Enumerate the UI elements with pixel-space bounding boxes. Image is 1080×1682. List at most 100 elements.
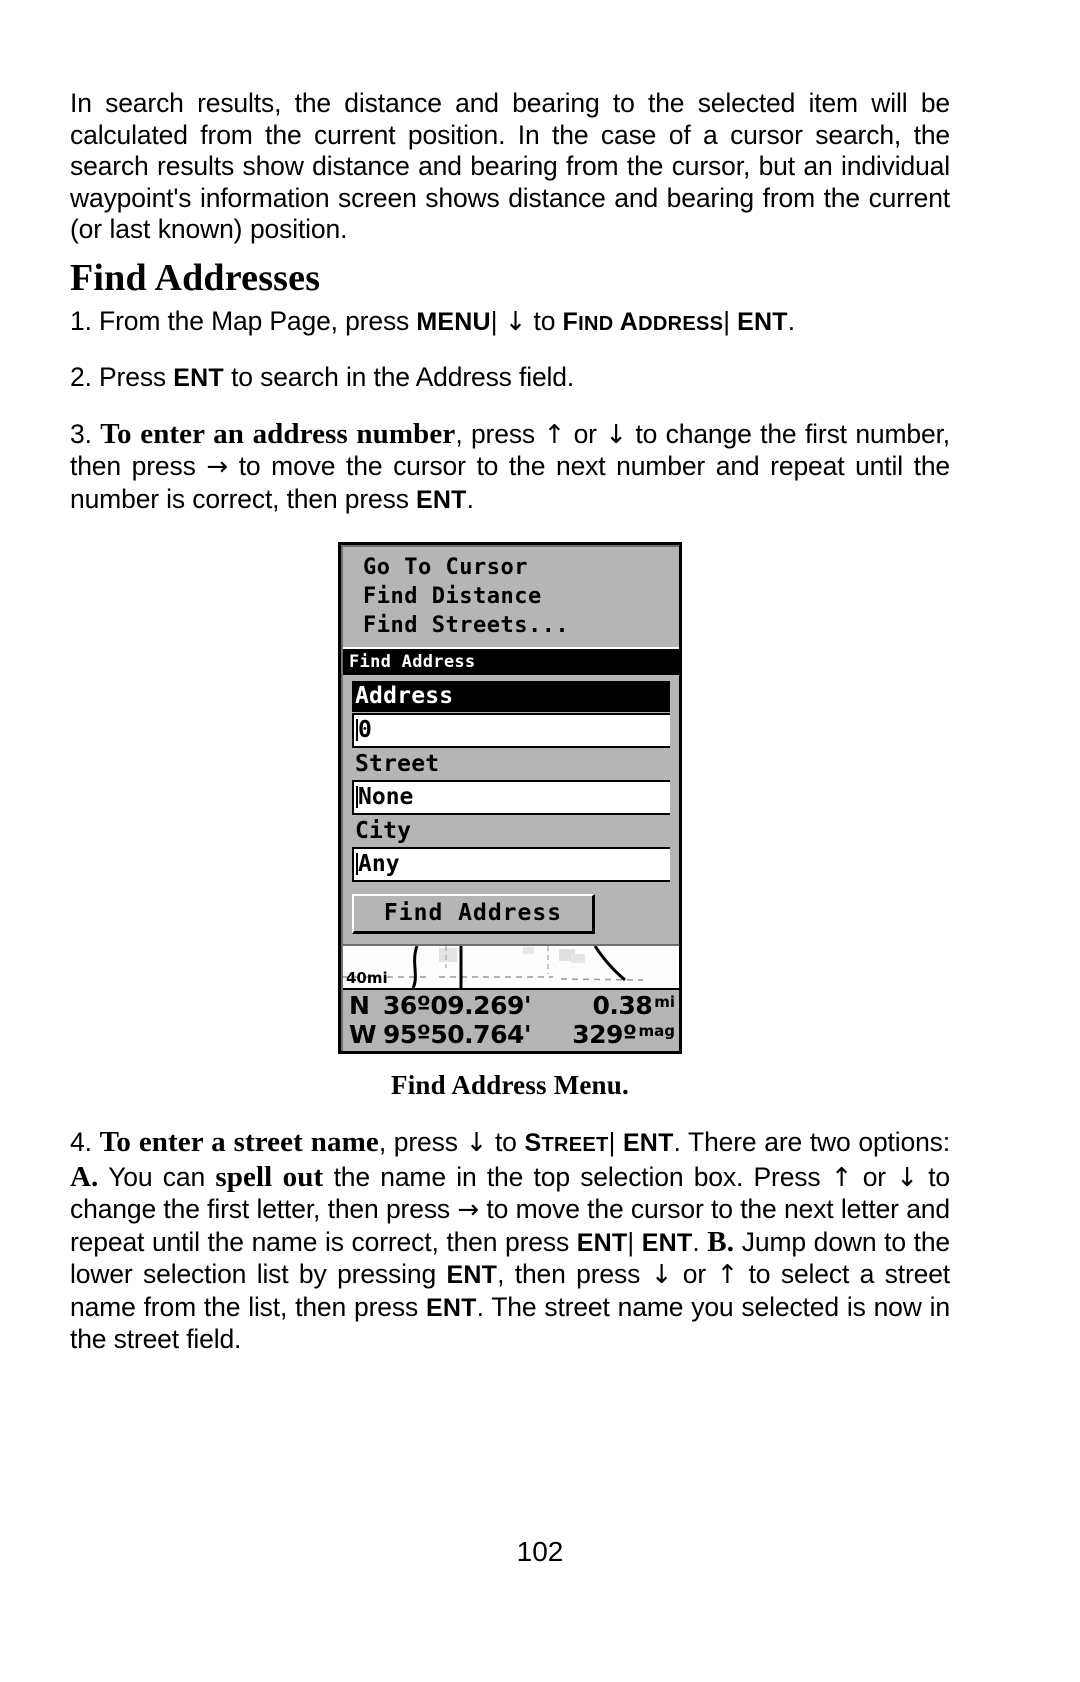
step-3: 3. To enter an address number, press ↑ o… [70, 417, 950, 517]
step-1-mid: to [533, 305, 556, 336]
step-4-bold-lead: To enter a street name [99, 1126, 379, 1158]
key-ent: ENT [737, 307, 788, 336]
step-4: 4. To enter a street name, press ↓ to ST… [70, 1126, 951, 1356]
key-ent-6: ENT [641, 1228, 693, 1257]
separator-bar-3: | [608, 1127, 616, 1157]
bearing-value: 329º [572, 1020, 637, 1049]
step-4-part8: . [692, 1226, 700, 1257]
step-3-bold-lead: To enter an address number [100, 417, 456, 450]
step-4-or: or [862, 1161, 886, 1192]
arrow-up-icon-3: ↑ [830, 1162, 853, 1193]
key-ent-4: ENT [622, 1129, 674, 1157]
city-input[interactable]: Any [352, 847, 670, 882]
step-2-number: 2. [70, 362, 92, 392]
lon-hemisphere: W [349, 1020, 377, 1049]
step-4-part3: . There are two options: [673, 1127, 951, 1157]
arrow-down-icon-4: ↓ [896, 1162, 918, 1193]
arrow-right-icon-2: → [457, 1195, 480, 1225]
key-ent-3: ENT [416, 485, 467, 514]
distance-unit: mi [654, 993, 675, 1011]
status-bar: N 36º09.269' 0.38 mi W 95º50.764' 329º mag [343, 988, 679, 1051]
step-4-part4: You can [108, 1161, 206, 1192]
step-2-pre: Press [99, 362, 167, 392]
distance-value: 0.38 [592, 991, 653, 1020]
step-3-number: 3. [70, 418, 92, 449]
step-2-post: to search in the Address field. [231, 362, 575, 392]
arrow-down-icon-5: ↓ [650, 1260, 673, 1290]
address-value: 0 [358, 717, 372, 743]
step-4-part2: to [494, 1127, 517, 1157]
step-1-pre: From the Map Page, press [99, 305, 410, 336]
gps-screen: Go To Cursor Find Distance Find Streets.… [338, 542, 682, 1054]
step-2: 2. Press ENT to search in the Address fi… [70, 362, 950, 395]
sc-cap-s: S [524, 1129, 542, 1157]
step-3-or: or [573, 418, 597, 449]
step-1-end: . [787, 305, 795, 336]
lon-value: 95º50.764' [383, 1020, 532, 1049]
subwindow-title: Find Address [343, 649, 679, 675]
gps-menu-list: Go To Cursor Find Distance Find Streets.… [343, 547, 679, 645]
arrow-down-icon: ↓ [504, 306, 527, 337]
address-input[interactable]: 0 [352, 713, 670, 748]
bearing-readout: 329º mag [547, 1020, 675, 1049]
street-value: None [358, 784, 414, 810]
key-ent-8: ENT [425, 1293, 477, 1322]
option-b-label: B. [707, 1225, 735, 1258]
sc-cap-a: A [619, 307, 639, 336]
lat-hemisphere: N [349, 991, 370, 1020]
page-title: Find Addresses [70, 256, 321, 299]
map-scale-label: 40mi [346, 969, 388, 987]
key-ent-7: ENT [446, 1261, 498, 1289]
manual-page: In search results, the distance and bear… [0, 0, 1080, 1682]
separator-bar-4: | [627, 1226, 635, 1257]
menu-item-find-distance[interactable]: Find Distance [343, 582, 679, 611]
figure-caption: Find Address Menu. [391, 1070, 629, 1100]
field-label-address: Address [352, 681, 670, 712]
sc-ind: IND [578, 312, 614, 335]
address-fields: Address 0 Street None City Any [343, 681, 679, 882]
step-1: 1. From the Map Page, press MENU| ↓ to F… [70, 306, 950, 341]
step-4-part5: the name in the top selection box. Press [333, 1161, 821, 1192]
gps-screen-inner: Go To Cursor Find Distance Find Streets.… [341, 545, 679, 1051]
intro-paragraph: In search results, the distance and bear… [70, 88, 950, 244]
menu-item-find-streets[interactable]: Find Streets... [343, 611, 679, 640]
latitude-row: N 36º09.269' 0.38 mi [343, 991, 679, 1020]
sc-ddress: DDRESS [638, 312, 724, 335]
distance-readout: 0.38 mi [547, 991, 675, 1020]
menu-target-find-address: FIND ADDRESS [563, 308, 724, 336]
step-3-part3: to move the cursor to the next number an… [70, 451, 950, 514]
step-4-or2: or [682, 1259, 707, 1289]
arrow-down-icon-2: ↓ [605, 419, 627, 450]
separator-bar: | [490, 305, 498, 336]
street-input[interactable]: None [352, 780, 670, 815]
arrow-up-icon: ↑ [543, 419, 566, 450]
button-row: Find Address [343, 882, 679, 944]
map-preview-strip: 40mi [343, 944, 679, 988]
sc-treet: TREET [541, 1134, 609, 1156]
option-a-label: A. [70, 1160, 99, 1193]
menu-target-street: STREET [525, 1129, 609, 1157]
longitude-row: W 95º50.764' 329º mag [343, 1020, 679, 1049]
step-3-part1: , press [455, 418, 536, 449]
step-4-part10: , then press [497, 1259, 641, 1289]
step-1-number: 1. [70, 305, 92, 336]
step-4-part1: , press [378, 1127, 458, 1157]
sc-cap-f: F [562, 307, 579, 336]
bearing-unit: mag [638, 1022, 676, 1040]
find-address-button[interactable]: Find Address [352, 894, 595, 934]
separator-bar-2: | [723, 305, 730, 336]
arrow-down-icon-3: ↓ [465, 1128, 488, 1158]
arrow-right-icon: → [206, 452, 229, 482]
key-menu: MENU [416, 307, 491, 336]
lat-value: 36º09.269' [383, 991, 532, 1020]
step-3-end: . [466, 483, 474, 514]
map-lines [343, 946, 677, 988]
field-label-city: City [355, 818, 412, 844]
page-content: In search results, the distance and bear… [70, 88, 950, 1356]
step-4-number: 4. [70, 1127, 92, 1157]
menu-item-go-to-cursor[interactable]: Go To Cursor [343, 553, 679, 582]
key-ent-2: ENT [173, 364, 224, 392]
spell-out-emphasis: spell out [215, 1160, 324, 1193]
field-label-street: Street [355, 751, 440, 777]
arrow-up-icon-4: ↑ [716, 1260, 739, 1290]
